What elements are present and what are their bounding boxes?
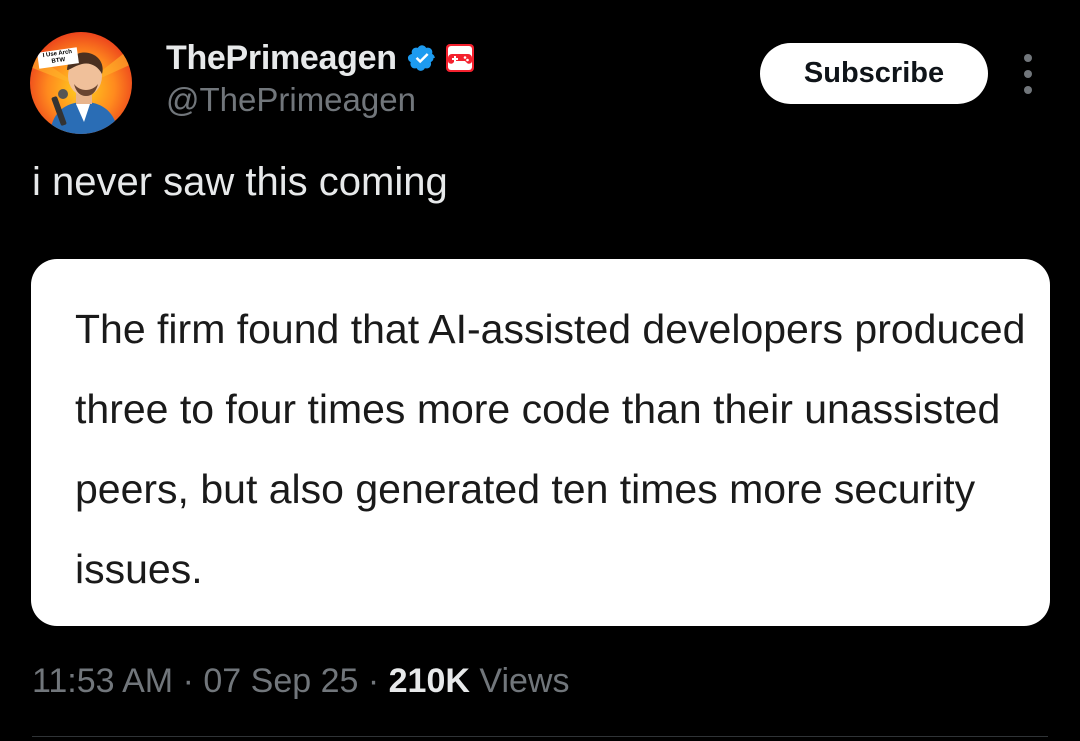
more-dot <box>1024 54 1032 62</box>
tweet-meta: 11:53 AM · 07 Sep 25 · 210K Views <box>32 662 569 701</box>
more-dot <box>1024 86 1032 94</box>
author-name-row: ThePrimeagen <box>166 36 475 80</box>
meta-separator: · <box>182 662 204 700</box>
views-count: 210K <box>388 662 470 700</box>
subscribe-button[interactable]: Subscribe <box>760 43 988 104</box>
tweet-text: i never saw this coming <box>32 160 448 204</box>
more-vertical-icon[interactable] <box>1016 54 1040 94</box>
divider <box>32 736 1048 737</box>
avatar[interactable]: I Use Arch BTW <box>30 32 132 134</box>
gamepad-icon[interactable] <box>445 43 475 73</box>
meta-separator: · <box>367 662 389 700</box>
more-dot <box>1024 70 1032 78</box>
media-quote-text: The firm found that AI-assisted develope… <box>75 306 1026 592</box>
avatar-image <box>30 32 132 134</box>
tweet-time[interactable]: 11:53 AM <box>32 662 173 700</box>
author-display-name[interactable]: ThePrimeagen <box>166 39 397 78</box>
verified-badge-icon[interactable] <box>407 43 437 73</box>
tweet-date[interactable]: 07 Sep 25 <box>203 662 358 700</box>
views-label: Views <box>479 662 570 700</box>
author-handle[interactable]: @ThePrimeagen <box>166 81 416 119</box>
tweet-media-image[interactable]: The firm found that AI-assisted develope… <box>31 259 1050 626</box>
